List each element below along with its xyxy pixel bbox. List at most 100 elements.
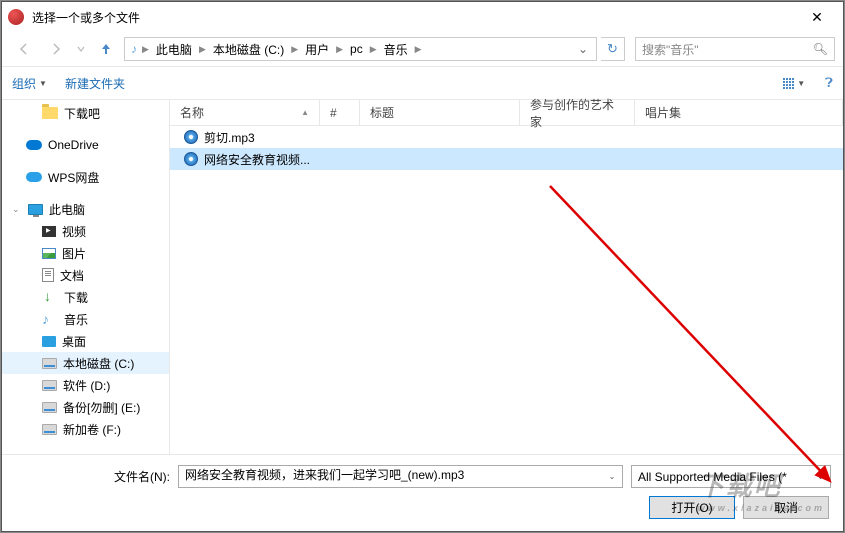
onedrive-icon [26,140,42,150]
organize-button[interactable]: 组织▼ [12,75,47,92]
disk-icon [42,380,57,391]
sidebar-item[interactable]: WPS网盘 [2,166,169,188]
file-row[interactable]: 网络安全教育视频... [170,148,843,170]
disk-icon [42,424,57,435]
sort-indicator-icon: ▲ [301,108,309,117]
sidebar-item[interactable]: 桌面 [2,330,169,352]
filename-input[interactable]: 网络安全教育视频，进来我们一起学习吧_(new).mp3 ⌄ [178,465,623,488]
disk-icon [42,358,57,369]
video-icon [42,226,56,237]
doc-icon [42,268,54,282]
sidebar-item[interactable]: OneDrive [2,134,169,156]
up-button[interactable] [92,36,120,62]
sidebar-item[interactable]: ⌄ 此电脑 [2,198,169,220]
breadcrumb[interactable]: 本地磁盘 (C:) [209,39,288,60]
sidebar-item[interactable]: 新加卷 (F:) [2,418,169,440]
sidebar-item[interactable]: 本地磁盘 (C:) [2,352,169,374]
column-title[interactable]: 标题 [360,100,520,125]
address-bar[interactable]: ♪ ▶ 此电脑 ▶ 本地磁盘 (C:) ▶ 用户 ▶ pc ▶ 音乐 ▶ ⌄ [124,37,597,61]
sidebar-item-label: 新加卷 (F:) [63,421,121,438]
sidebar-item[interactable]: 下载 [2,286,169,308]
recent-dropdown[interactable] [74,36,88,62]
sidebar-item[interactable]: 视频 [2,220,169,242]
sidebar-item-label: 此电脑 [49,201,85,218]
titlebar: 选择一个或多个文件 ✕ [2,2,843,32]
breadcrumb[interactable]: 此电脑 [152,39,196,60]
address-dropdown[interactable]: ⌄ [574,42,592,56]
navbar: ♪ ▶ 此电脑 ▶ 本地磁盘 (C:) ▶ 用户 ▶ pc ▶ 音乐 ▶ ⌄ ↻… [2,32,843,66]
sidebar-item-label: 软件 (D:) [63,377,110,394]
folder-icon [42,107,58,119]
close-button[interactable]: ✕ [797,9,837,26]
chevron-right-icon[interactable]: ▶ [369,44,378,55]
chevron-down-icon: ▼ [39,79,47,88]
dl-icon [42,291,58,303]
sidebar-item-label: 音乐 [64,311,88,328]
sidebar-item-label: 视频 [62,223,86,240]
annotation-arrow [540,176,845,496]
chevron-right-icon[interactable]: ▶ [141,44,150,55]
expand-icon[interactable]: ⌄ [12,204,22,215]
window-title: 选择一个或多个文件 [32,9,797,26]
sidebar-item-label: 文档 [60,267,84,284]
sidebar-item[interactable]: 文档 [2,264,169,286]
desk-icon [42,336,56,347]
pic-icon [42,248,56,259]
sidebar-item-label: 下载 [64,289,88,306]
back-button[interactable] [10,36,38,62]
chevron-right-icon[interactable]: ▶ [290,44,299,55]
file-list-pane: 名称▲ # 标题 参与创作的艺术家 唱片集 剪切.mp3 网络安全教育视频... [170,100,843,454]
breadcrumb[interactable]: pc [346,40,367,58]
sidebar-item-label: 备份[勿删] (E:) [63,399,140,416]
file-list[interactable]: 剪切.mp3 网络安全教育视频... [170,126,843,454]
chevron-right-icon[interactable]: ▶ [414,44,423,55]
toolbar: 组织▼ 新建文件夹 ▼ ❓︎ [2,66,843,100]
sidebar-item-label: WPS网盘 [48,169,99,186]
filename-label: 文件名(N): [14,468,170,485]
refresh-button[interactable]: ↻ [601,37,625,61]
monitor-icon [28,204,43,215]
breadcrumb[interactable]: 音乐 [380,39,412,60]
file-row[interactable]: 剪切.mp3 [170,126,843,148]
open-button[interactable]: 打开(O) [649,496,735,519]
sidebar-item-label: OneDrive [48,138,99,152]
chevron-right-icon[interactable]: ▶ [335,44,344,55]
new-folder-button[interactable]: 新建文件夹 [65,75,125,92]
breadcrumb[interactable]: 用户 [301,39,333,60]
sidebar-item[interactable]: 图片 [2,242,169,264]
chevron-down-icon: ⌄ [817,472,824,481]
search-icon: 🔍︎ [813,42,828,56]
disk-icon [42,402,57,413]
media-file-icon [184,130,198,144]
sidebar-item[interactable]: ♪ 音乐 [2,308,169,330]
sidebar[interactable]: 下载吧 OneDrive WPS网盘 ⌄ 此电脑视频图片文档下载 ♪ 音乐桌面本地磁盘 (C… [2,100,170,454]
app-icon [8,9,24,25]
column-headers: 名称▲ # 标题 参与创作的艺术家 唱片集 [170,100,843,126]
view-mode-button[interactable]: ▼ [769,72,819,94]
file-name: 剪切.mp3 [204,129,255,146]
search-input[interactable]: 搜索"音乐" 🔍︎ [635,37,835,61]
column-name[interactable]: 名称▲ [170,100,320,125]
column-artist[interactable]: 参与创作的艺术家 [520,100,635,125]
cancel-button[interactable]: 取消 [743,496,829,519]
sidebar-item-label: 桌面 [62,333,86,350]
chevron-right-icon[interactable]: ▶ [198,44,207,55]
sidebar-item[interactable]: 备份[勿删] (E:) [2,396,169,418]
search-placeholder: 搜索"音乐" [642,41,813,58]
column-album[interactable]: 唱片集 [635,100,843,125]
footer: 文件名(N): 网络安全教育视频，进来我们一起学习吧_(new).mp3 ⌄ A… [2,454,843,531]
forward-button[interactable] [42,36,70,62]
column-number[interactable]: # [320,100,360,125]
sidebar-item-label: 图片 [62,245,86,262]
filetype-filter[interactable]: All Supported Media Files (* ⌄ [631,465,831,488]
sidebar-item-label: 本地磁盘 (C:) [63,355,134,372]
music-icon: ♪ [42,313,58,325]
filename-dropdown[interactable]: ⌄ [603,467,621,486]
sidebar-item[interactable]: 软件 (D:) [2,374,169,396]
sidebar-item[interactable]: 下载吧 [2,102,169,124]
music-icon: ♪ [131,42,137,56]
media-file-icon [184,152,198,166]
help-button[interactable]: ❓︎ [825,75,833,91]
wps-icon [26,172,42,182]
sidebar-item-label: 下载吧 [64,105,100,122]
